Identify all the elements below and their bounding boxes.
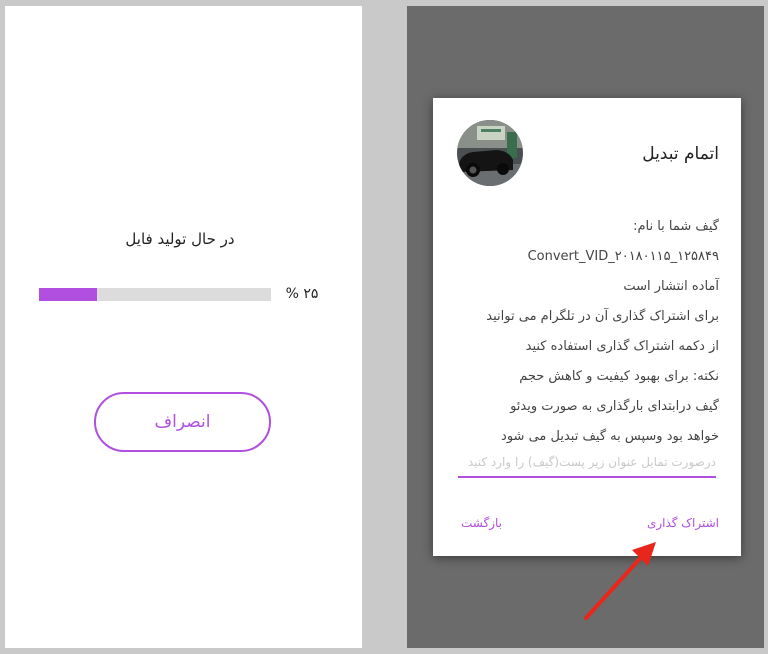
car-thumbnail-icon	[457, 120, 523, 186]
progress-fill	[39, 288, 97, 301]
conversion-complete-dialog: اتمام تبدیل گیف شما با نام: Convert_VID_…	[433, 98, 741, 556]
message-line: نکته: برای بهبود کیفیت و کاهش حجم	[519, 369, 719, 384]
message-line: گیف درابتدای بارگذاری به صورت ویدئو	[510, 399, 719, 414]
message-line: از دکمه اشتراک گذاری استفاده کنید	[525, 339, 719, 354]
caption-input[interactable]	[458, 448, 716, 476]
red-arrow-icon	[584, 542, 656, 620]
progress-screen: در حال تولید فایل ۲۵ % انصراف	[5, 6, 362, 648]
dialog-message: گیف شما با نام: Convert_VID_۲۰۱۸۰۱۱۵_۱۲۵…	[449, 212, 719, 452]
message-line: گیف شما با نام:	[633, 219, 719, 234]
back-button[interactable]: بازگشت	[461, 516, 502, 530]
progress-bar	[39, 288, 271, 301]
progress-percent: ۲۵ %	[285, 286, 319, 302]
message-line: برای اشتراک گذاری آن در تلگرام می توانید	[486, 309, 719, 324]
caption-field	[458, 448, 716, 478]
message-line: آماده انتشار است	[623, 279, 719, 294]
cancel-button[interactable]: انصراف	[94, 392, 271, 452]
share-button[interactable]: اشتراک گذاری	[647, 516, 719, 530]
progress-title: در حال تولید فایل	[125, 230, 235, 248]
message-filename: Convert_VID_۲۰۱۸۰۱۱۵_۱۲۵۸۴۹	[527, 249, 719, 264]
dialog-title: اتمام تبدیل	[642, 144, 719, 164]
